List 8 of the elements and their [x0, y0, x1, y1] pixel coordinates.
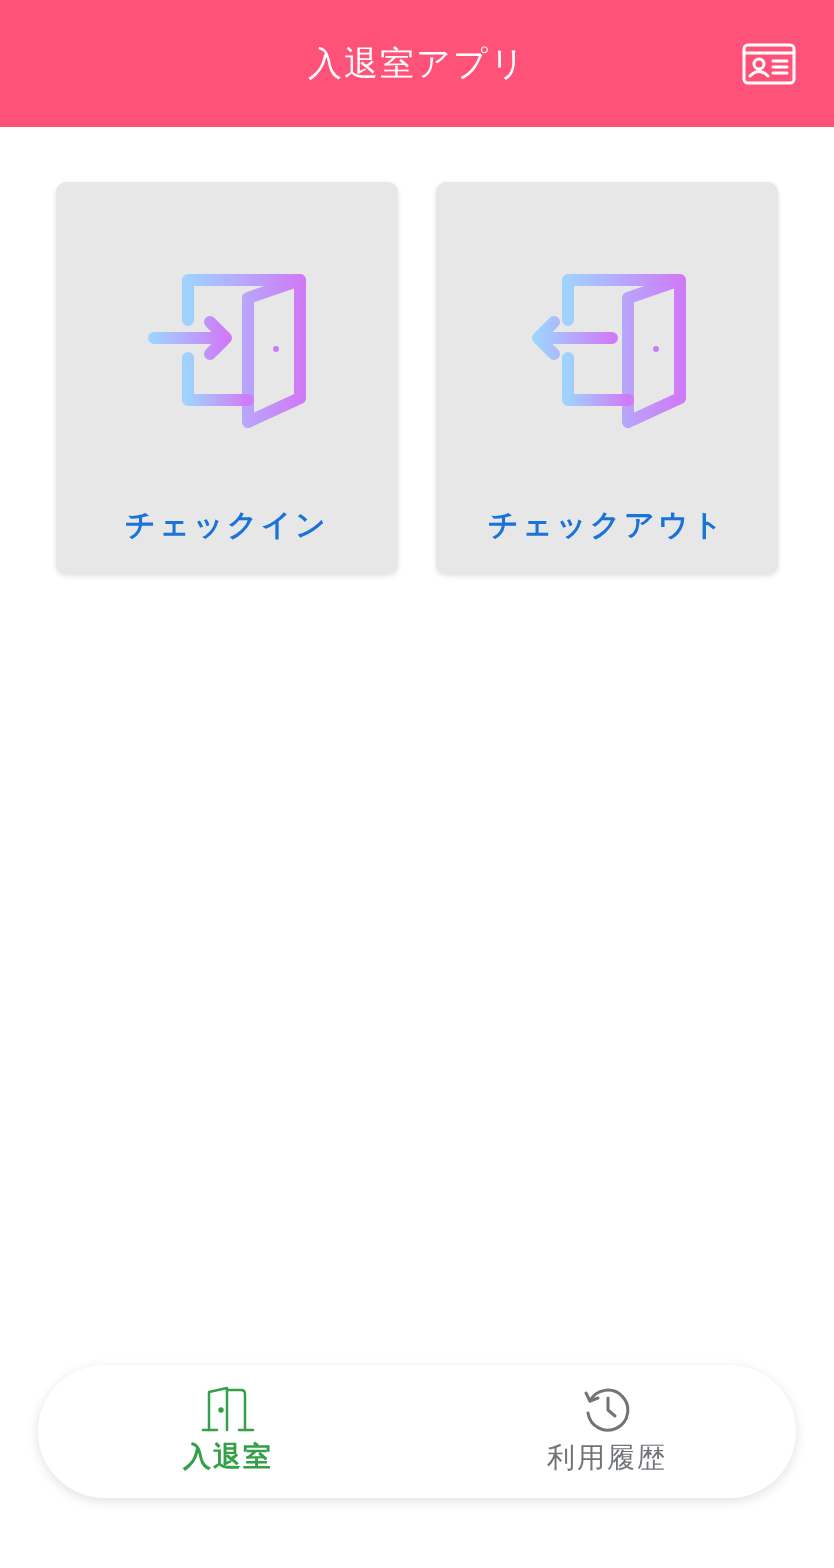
nav-tab[interactable]: 入退室: [38, 1365, 417, 1498]
id-card-icon[interactable]: [742, 43, 796, 85]
check-out-button[interactable]: チェックアウト: [436, 182, 778, 574]
door-enter-icon: [148, 274, 306, 430]
app-title: 入退室アプリ: [307, 42, 527, 85]
door-icon: [200, 1385, 255, 1432]
check-in-button[interactable]: チェックイン: [56, 182, 398, 574]
nav-tab[interactable]: 利用履歴: [417, 1365, 796, 1498]
